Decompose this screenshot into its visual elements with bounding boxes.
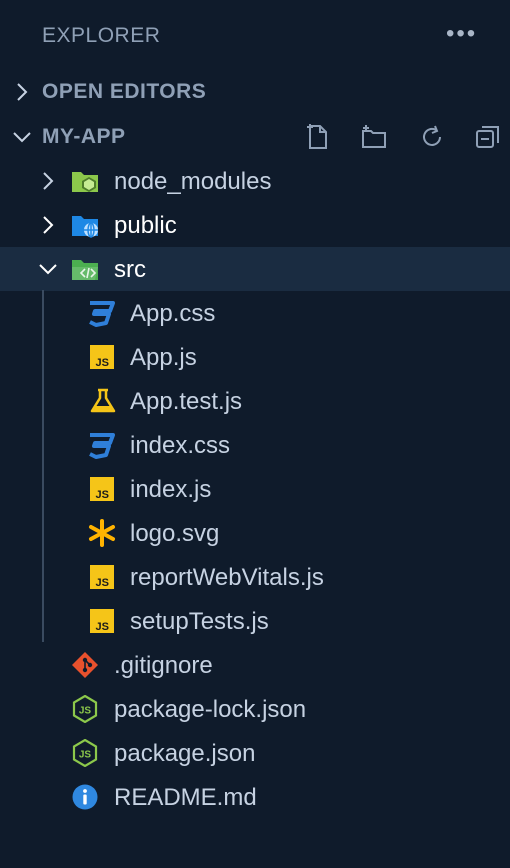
explorer-title: EXPLORER bbox=[42, 24, 161, 47]
collapse-all-icon[interactable] bbox=[474, 123, 502, 151]
refresh-icon[interactable] bbox=[418, 123, 446, 151]
svg-text:JS: JS bbox=[79, 750, 92, 761]
tree-item-label: public bbox=[114, 212, 177, 239]
tree-item-label: reportWebVitals.js bbox=[130, 564, 324, 591]
section-label: MY-APP bbox=[42, 125, 126, 148]
info-icon bbox=[72, 784, 98, 810]
tree-item-label: README.md bbox=[114, 784, 257, 811]
svg-text:JS: JS bbox=[96, 577, 109, 589]
svg-text:JS: JS bbox=[79, 706, 92, 717]
tree-item-label: node_modules bbox=[114, 168, 272, 195]
node-modules-folder-icon bbox=[72, 172, 98, 192]
chevron-down-icon bbox=[13, 132, 31, 143]
tree-item-public[interactable]: public bbox=[0, 203, 510, 247]
tree-item-app-css[interactable]: App.css bbox=[0, 291, 510, 335]
tree-item-label: index.js bbox=[130, 476, 212, 503]
tree-item-app-js[interactable]: JS App.js bbox=[0, 335, 510, 379]
chevron-right-icon bbox=[17, 83, 28, 101]
tree-item-report-web-vitals-js[interactable]: JS reportWebVitals.js bbox=[0, 555, 510, 599]
tree-item-label: App.test.js bbox=[130, 388, 243, 415]
git-icon bbox=[72, 652, 98, 678]
nodejs-icon: JS bbox=[72, 739, 98, 767]
tree-item-label: src bbox=[114, 256, 146, 283]
tree-item-index-js[interactable]: JS index.js bbox=[0, 467, 510, 511]
public-folder-icon bbox=[72, 216, 98, 238]
tree-item-app-test-js[interactable]: App.test.js bbox=[0, 379, 510, 423]
tree-item-package-json[interactable]: JS package.json bbox=[0, 731, 510, 775]
tree-item-index-css[interactable]: index.css bbox=[0, 423, 510, 467]
svg-text:JS: JS bbox=[96, 621, 109, 633]
test-flask-icon bbox=[90, 388, 116, 413]
new-file-icon[interactable] bbox=[304, 123, 332, 151]
tree-item-label: package-lock.json bbox=[114, 696, 307, 723]
tree-item-setup-tests-js[interactable]: JS setupTests.js bbox=[0, 599, 510, 643]
tree-item-gitignore[interactable]: .gitignore bbox=[0, 643, 510, 687]
js-icon: JS bbox=[90, 345, 114, 369]
css-icon bbox=[89, 433, 115, 459]
ellipsis-icon[interactable]: ••• bbox=[446, 20, 477, 48]
svg-text:JS: JS bbox=[96, 357, 109, 369]
tree-item-label: App.css bbox=[130, 300, 216, 327]
section-open-editors[interactable]: OPEN EDITORS bbox=[0, 70, 510, 114]
src-folder-icon bbox=[72, 260, 98, 280]
section-project[interactable]: MY-APP bbox=[0, 115, 510, 159]
tree-item-readme-md[interactable]: README.md bbox=[0, 775, 510, 819]
tree-item-node-modules[interactable]: node_modules bbox=[0, 159, 510, 203]
explorer-header: EXPLORER ••• bbox=[0, 0, 510, 72]
js-icon: JS bbox=[90, 565, 114, 589]
section-label: OPEN EDITORS bbox=[42, 80, 207, 103]
tree-item-label: logo.svg bbox=[130, 520, 220, 547]
tree-item-label: index.css bbox=[130, 432, 231, 459]
js-icon: JS bbox=[90, 609, 114, 633]
tree-item-label: setupTests.js bbox=[130, 608, 269, 635]
chevron-right-icon bbox=[43, 172, 54, 190]
chevron-down-icon bbox=[39, 264, 57, 275]
tree-item-logo-svg[interactable]: logo.svg bbox=[0, 511, 510, 555]
nodejs-icon: JS bbox=[72, 695, 98, 723]
svg-text:JS: JS bbox=[96, 489, 109, 501]
tree-item-label: .gitignore bbox=[114, 652, 213, 679]
tree-item-src[interactable]: src bbox=[0, 247, 510, 291]
tree-item-package-lock-json[interactable]: JS package-lock.json bbox=[0, 687, 510, 731]
new-folder-icon[interactable] bbox=[360, 123, 388, 151]
tree-item-label: App.js bbox=[130, 344, 197, 371]
css-icon bbox=[89, 301, 115, 327]
tree-item-label: package.json bbox=[114, 740, 256, 767]
js-icon: JS bbox=[90, 477, 114, 501]
svg-asterisk-icon bbox=[89, 519, 115, 547]
chevron-right-icon bbox=[43, 216, 54, 234]
